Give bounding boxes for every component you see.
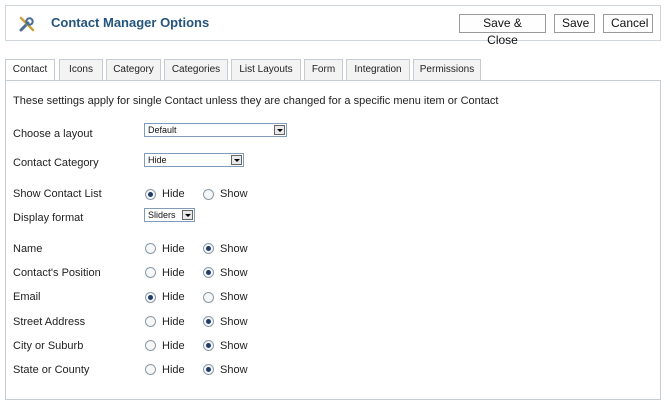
cancel-button[interactable]: Cancel [603,14,653,33]
email-hide-radio[interactable] [145,292,156,303]
street-address-show-label: Show [220,316,248,328]
name-hide-radio[interactable] [145,243,156,254]
email-label: Email [13,291,41,303]
state-hide-radio[interactable] [145,364,156,375]
name-show-radio[interactable] [203,243,214,254]
display-format-label: Display format [13,212,84,224]
show-contact-list-hide-label: Hide [162,188,185,200]
tab-contact[interactable]: Contact [5,59,55,81]
position-show-label: Show [220,267,248,279]
contact-category-select[interactable]: Hide [144,153,244,167]
show-contact-list-label: Show Contact List [13,188,102,200]
position-label: Contact's Position [13,267,101,279]
contact-options-panel [5,80,661,400]
display-format-select[interactable]: Sliders [144,208,195,222]
city-show-label: Show [220,340,248,352]
state-label: State or County [13,364,90,376]
wrench-screwdriver-icon [19,16,35,32]
street-address-hide-radio[interactable] [145,316,156,327]
city-show-radio[interactable] [203,340,214,351]
chevron-down-icon [231,155,242,165]
position-hide-radio[interactable] [145,267,156,278]
state-show-label: Show [220,364,248,376]
position-hide-label: Hide [162,267,185,279]
layout-select-value: Default [148,125,177,135]
name-hide-label: Hide [162,243,185,255]
street-address-hide-label: Hide [162,316,185,328]
name-label: Name [13,243,43,255]
tab-form[interactable]: Form [304,59,343,80]
contact-category-select-value: Hide [148,155,167,165]
email-hide-label: Hide [162,291,185,303]
city-hide-label: Hide [162,340,185,352]
city-label: City or Suburb [13,340,84,352]
layout-label: Choose a layout [13,128,93,140]
tab-integration[interactable]: Integration [346,59,410,80]
street-address-label: Street Address [13,316,86,328]
email-show-radio[interactable] [203,292,214,303]
street-address-show-radio[interactable] [203,316,214,327]
save-button[interactable]: Save [554,14,595,33]
name-show-label: Show [220,243,248,255]
show-contact-list-show-label: Show [220,188,248,200]
layout-select[interactable]: Default [144,123,287,137]
display-format-select-value: Sliders [148,210,176,220]
city-hide-radio[interactable] [145,340,156,351]
show-contact-list-hide-radio[interactable] [145,189,156,200]
show-contact-list-show-radio[interactable] [203,189,214,200]
panel-description: These settings apply for single Contact … [13,95,499,107]
email-show-label: Show [220,291,248,303]
tab-icons[interactable]: Icons [59,59,103,80]
tab-list-layouts[interactable]: List Layouts [231,59,301,80]
save-close-button[interactable]: Save & Close [459,14,546,47]
contact-category-label: Contact Category [13,157,99,169]
tab-category[interactable]: Category [106,59,161,80]
page-title: Contact Manager Options [51,15,210,30]
tab-categories[interactable]: Categories [164,59,228,80]
position-show-radio[interactable] [203,267,214,278]
chevron-down-icon [182,210,193,220]
state-hide-label: Hide [162,364,185,376]
tab-permissions[interactable]: Permissions [413,59,481,80]
state-show-radio[interactable] [203,364,214,375]
chevron-down-icon [274,125,285,135]
